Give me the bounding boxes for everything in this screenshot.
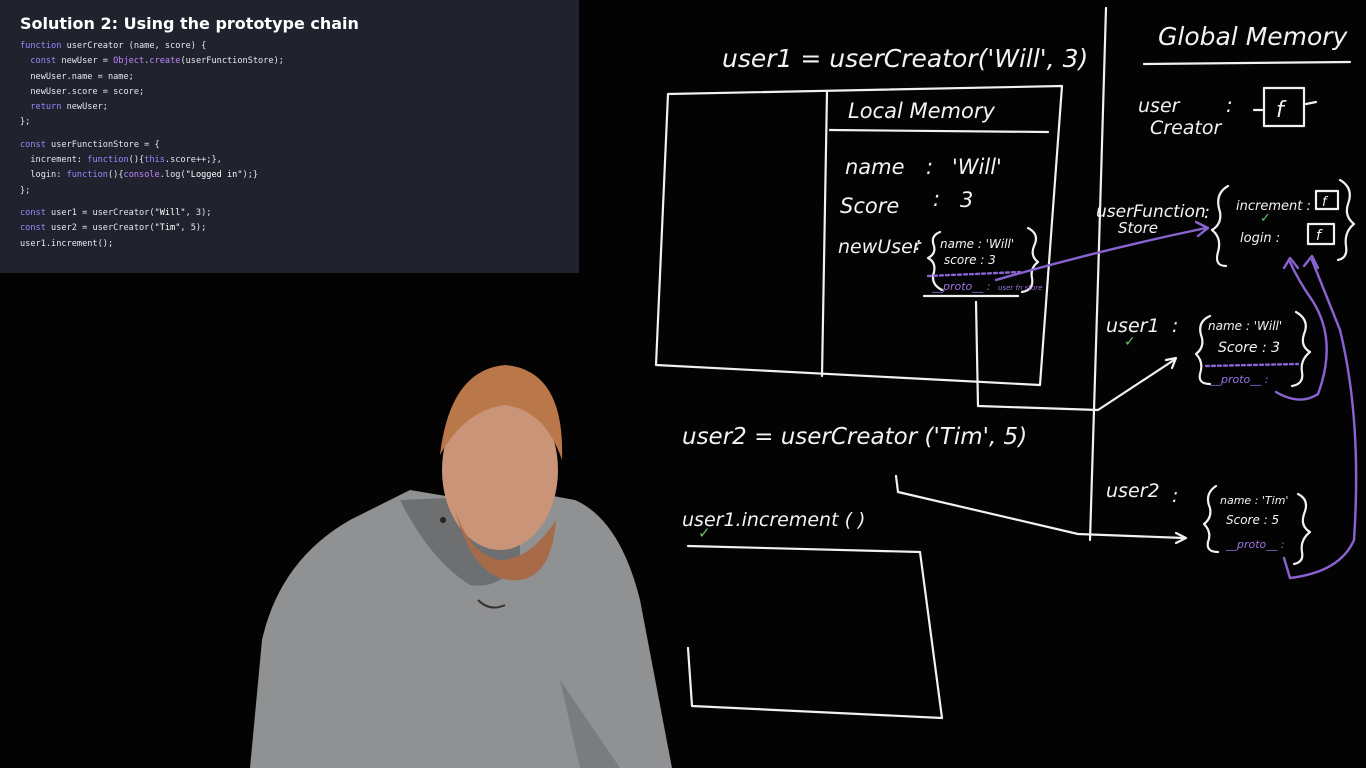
- global-user1-colon: :: [1172, 315, 1178, 337]
- store-increment-key: increment :: [1236, 199, 1311, 214]
- global-user1-score: Score : 3: [1218, 340, 1280, 356]
- global-user2-key: user2: [1106, 480, 1160, 502]
- usercreator-key-2: Creator: [1150, 117, 1222, 139]
- thread-memory-divider: [820, 90, 829, 378]
- user1-brace-right: [1290, 310, 1312, 388]
- call-user2: user2 = userCreator ('Tim', 5): [682, 424, 1027, 450]
- user2-brace-right: [1292, 492, 1312, 566]
- video-frame: Solution 2: Using the prototype chain fu…: [0, 0, 1366, 768]
- usercreator-function-box: [1262, 86, 1306, 128]
- newuser-proto-divider: [926, 270, 1022, 278]
- usercreator-function-label: f: [1276, 98, 1287, 123]
- global-user1-name: name : 'Will': [1208, 319, 1282, 333]
- increment-execution-box: [686, 544, 944, 720]
- store-brace-right: [1336, 178, 1356, 262]
- store-increment-check: ✓: [1260, 211, 1271, 226]
- local-name-value: 'Will': [952, 155, 1002, 179]
- proto-link-arrow: [994, 226, 1208, 282]
- newuser-obj-proto: __proto__ :: [931, 280, 990, 293]
- global-user2-proto: __proto__ :: [1225, 538, 1284, 551]
- login-function-box: [1306, 222, 1336, 246]
- increment-call-check: ✓: [698, 524, 711, 542]
- store-key-2: Store: [1118, 219, 1158, 237]
- newuser-proto-note: user fn store: [998, 284, 1042, 292]
- local-memory-title: Local Memory: [848, 99, 995, 123]
- global-user2-name: name : 'Tim': [1220, 494, 1288, 507]
- increment-function-box: [1314, 189, 1340, 211]
- chalkboard: user1 = userCreator('Will', 3) Local Mem…: [250, 6, 1358, 768]
- user2-brace-left: [1202, 484, 1220, 554]
- newuser-obj-name: name : 'Will': [940, 237, 1014, 251]
- user2-proto-arrowhead: [1302, 254, 1320, 270]
- store-brace-left: [1210, 184, 1230, 268]
- global-memory-title: Global Memory: [1158, 22, 1349, 51]
- usercreator-colon: :: [1226, 93, 1233, 117]
- local-score-key: Score: [840, 194, 899, 218]
- newuser-brace-right: [1020, 226, 1040, 294]
- user2-proto-arrow: [1282, 258, 1358, 580]
- increment-function-label: f: [1322, 195, 1329, 210]
- store-login-key: login :: [1240, 231, 1280, 246]
- user1-proto-divider: [1204, 362, 1300, 368]
- local-score-value: 3: [960, 188, 973, 212]
- presenter-figure: [250, 365, 672, 768]
- memory-divider: [1088, 6, 1108, 542]
- store-colon: :: [1204, 202, 1210, 223]
- usercreator-arrow-out: [1304, 100, 1318, 106]
- newuser-obj-score: score : 3: [944, 253, 996, 267]
- local-score-colon: :: [933, 187, 940, 211]
- global-user1-check: ✓: [1124, 334, 1136, 350]
- login-function-label: f: [1316, 228, 1323, 244]
- global-memory-underline: [1142, 60, 1352, 66]
- call-user1: user1 = userCreator('Will', 3): [722, 44, 1088, 73]
- local-name-colon: :: [926, 155, 933, 179]
- global-user1-proto: __proto__ :: [1209, 373, 1268, 386]
- local-name-key: name: [845, 155, 905, 179]
- usercreator-key-1: user: [1138, 95, 1181, 117]
- global-user2-score: Score : 5: [1226, 513, 1279, 527]
- local-newuser-key: newUser: [838, 236, 922, 258]
- local-memory-underline: [828, 128, 1050, 134]
- global-user2-colon: :: [1172, 485, 1178, 507]
- local-newuser-colon: :: [915, 233, 921, 255]
